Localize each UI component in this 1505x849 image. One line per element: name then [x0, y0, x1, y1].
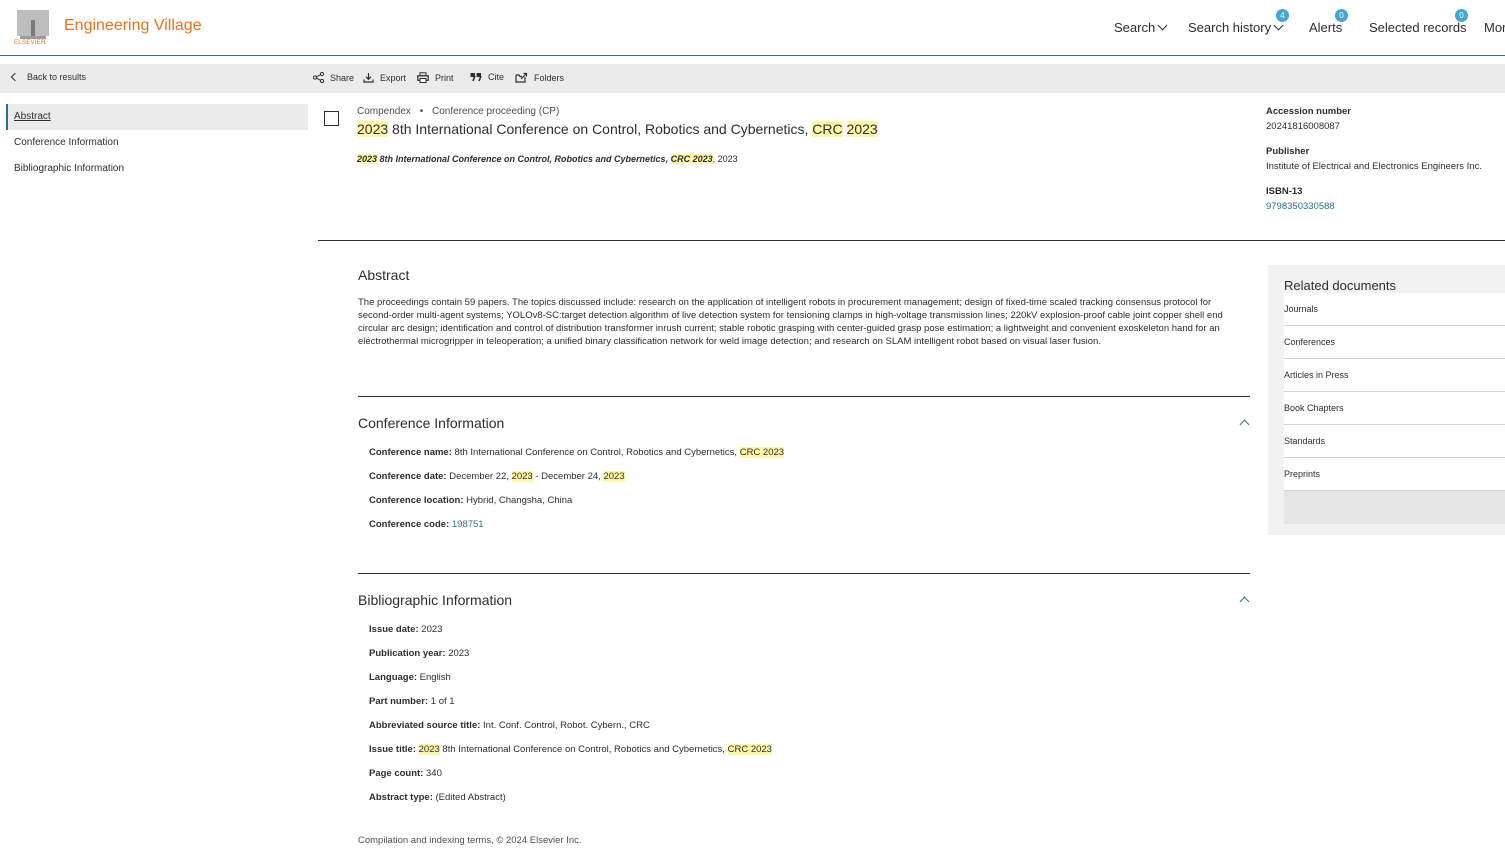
- page-count-field: Page count: 340: [369, 768, 442, 779]
- part-number-field: Part number: 1 of 1: [369, 696, 455, 707]
- share-icon: [313, 72, 324, 83]
- isbn-link[interactable]: 9798350330588: [1266, 201, 1335, 212]
- print-button[interactable]: Print: [417, 72, 454, 83]
- abstract-text: The proceedings contain 59 papers. The t…: [358, 297, 1223, 347]
- related-documents-footer: [1284, 491, 1505, 524]
- language-field: Language: English: [369, 672, 451, 683]
- chevron-left-icon: [10, 72, 20, 82]
- accession-number-block: Accession number 20241816008087: [1266, 106, 1351, 132]
- search-history-count-badge: 4: [1276, 9, 1289, 22]
- section-nav-bibliographic-information[interactable]: Bibliographic Information: [6, 156, 308, 182]
- select-record-checkbox[interactable]: [324, 111, 339, 126]
- download-icon: [363, 73, 374, 83]
- publisher-block: Publisher Institute of Electrical and El…: [1266, 146, 1482, 172]
- related-articles-in-press[interactable]: Articles in Press: [1284, 359, 1505, 392]
- issue-title-field: Issue title: 2023 8th International Conf…: [369, 744, 772, 755]
- copyright-footnote: Compilation and indexing terms, © 2024 E…: [358, 835, 582, 846]
- nav-more[interactable]: Mor: [1484, 20, 1505, 35]
- abbreviated-source-title-field: Abbreviated source title: Int. Conf. Con…: [369, 720, 650, 731]
- bibliographic-information-heading[interactable]: Bibliographic Information: [358, 592, 512, 608]
- folders-button[interactable]: Folders: [515, 72, 564, 83]
- nav-selected-records[interactable]: Selected records 0: [1369, 9, 1468, 35]
- record-title: 2023 8th International Conference on Con…: [357, 121, 878, 137]
- folder-add-icon: [515, 72, 528, 83]
- related-conferences[interactable]: Conferences: [1284, 326, 1505, 359]
- issue-date-field: Issue date: 2023: [369, 624, 443, 635]
- nav-alerts[interactable]: Alerts 0: [1309, 9, 1348, 35]
- abstract-heading: Abstract: [358, 267, 410, 283]
- chevron-up-icon[interactable]: [1239, 596, 1250, 607]
- section-divider: [358, 396, 1250, 397]
- conference-code-link[interactable]: 198751: [452, 519, 484, 530]
- section-nav-abstract[interactable]: Abstract: [6, 104, 308, 130]
- abstract-type-field: Abstract type: (Edited Abstract): [369, 792, 506, 803]
- section-nav-conference-information[interactable]: Conference Information: [6, 130, 308, 156]
- quote-icon: [470, 73, 482, 82]
- publisher: Institute of Electrical and Electronics …: [1266, 161, 1482, 172]
- top-header: ELSEVIER Engineering Village Search Sear…: [0, 0, 1505, 56]
- nav-search[interactable]: Search: [1114, 20, 1168, 35]
- publication-year-field: Publication year: 2023: [369, 648, 470, 659]
- chevron-up-icon[interactable]: [1239, 419, 1250, 430]
- isbn-block: ISBN-13 9798350330588: [1266, 186, 1335, 212]
- printer-icon: [417, 72, 429, 83]
- back-to-results-link[interactable]: Back to results: [10, 72, 86, 82]
- share-button[interactable]: Share: [313, 72, 354, 83]
- related-book-chapters[interactable]: Book Chapters: [1284, 392, 1505, 425]
- related-preprints[interactable]: Preprints: [1284, 458, 1505, 491]
- section-divider: [358, 573, 1250, 574]
- elsevier-wordmark: ELSEVIER: [14, 40, 46, 46]
- nav-search-history[interactable]: Search history 4: [1188, 9, 1289, 35]
- chevron-down-icon: [1273, 20, 1284, 31]
- selected-records-count-badge: 0: [1455, 9, 1468, 22]
- conference-location-field: Conference location: Hybrid, Changsha, C…: [369, 495, 573, 506]
- chevron-down-icon: [1157, 20, 1168, 31]
- document-type: Conference proceeding (CP): [432, 106, 560, 117]
- accession-number: 20241816008087: [1266, 121, 1340, 132]
- conference-code-field: Conference code: 198751: [369, 519, 484, 530]
- brand-name[interactable]: Engineering Village: [64, 17, 202, 35]
- database-doctype-line: Compendex • Conference proceeding (CP): [357, 106, 559, 117]
- export-button[interactable]: Export: [363, 72, 406, 83]
- separator-dot: •: [419, 106, 424, 117]
- alerts-count-badge: 0: [1335, 9, 1348, 22]
- record-toolbar: Back to results Share Export Print Cite …: [0, 64, 1505, 93]
- related-journals[interactable]: Journals: [1284, 293, 1505, 326]
- related-documents-heading: Related documents: [1284, 278, 1397, 293]
- database-name: Compendex: [357, 106, 411, 117]
- conference-information-heading[interactable]: Conference Information: [358, 415, 504, 431]
- related-documents-panel: Related documents Journals Conferences A…: [1268, 265, 1505, 535]
- conference-name-field: Conference name: 8th International Confe…: [369, 447, 785, 458]
- section-nav: Abstract Conference Information Bibliogr…: [6, 104, 308, 182]
- conference-date-field: Conference date: December 22, 2023 - Dec…: [369, 471, 625, 482]
- related-standards[interactable]: Standards: [1284, 425, 1505, 458]
- record-source: 2023 8th International Conference on Con…: [357, 154, 738, 164]
- header-divider: [318, 240, 1505, 241]
- cite-button[interactable]: Cite: [470, 72, 504, 82]
